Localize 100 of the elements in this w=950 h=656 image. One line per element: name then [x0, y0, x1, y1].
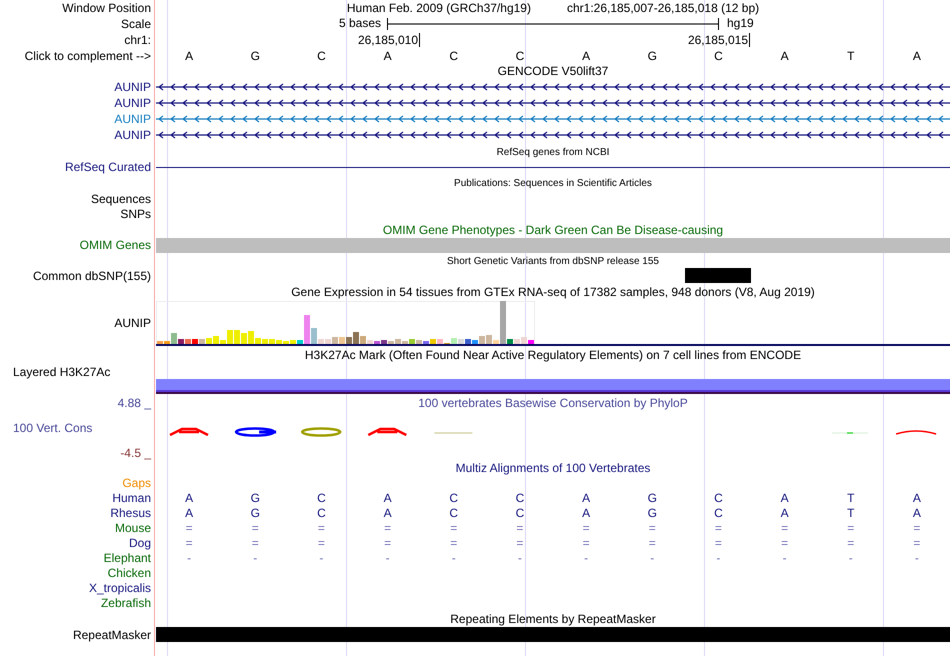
alignment-base: = [780, 521, 790, 536]
gene-label[interactable]: AUNIP [114, 80, 151, 94]
alignment-base: - [516, 551, 523, 566]
track-title: GENCODE V50lift37 [498, 64, 608, 79]
track-title: Repeating Elements by RepeatMasker [450, 612, 656, 626]
transcript-line[interactable] [156, 131, 950, 139]
alignment-base: - [715, 551, 722, 566]
alignment-base: = [449, 536, 458, 551]
base-letter[interactable]: G [619, 48, 686, 64]
base-letter[interactable]: C [685, 48, 752, 64]
base-letter[interactable]: G [222, 48, 288, 64]
track-title: 100 vertebrates Basewise Conservation by PhyloP [418, 396, 688, 410]
track-label[interactable]: 100 Vert. Cons [13, 420, 92, 436]
alignment-base: C [448, 491, 460, 506]
alignment-base: C [316, 491, 327, 506]
track-label[interactable]: RepeatMasker [72, 628, 151, 642]
track-title: OMIM Gene Phenotypes - Dark Green Can Be Disease-causing [382, 222, 724, 238]
alignment-base: - [252, 551, 258, 566]
track-label[interactable]: OMIM Genes [80, 238, 151, 253]
alignment-base: = [250, 536, 260, 551]
species-label[interactable]: Chicken [108, 566, 151, 581]
alignment-base: - [649, 551, 656, 566]
alignment-base: A [912, 491, 922, 506]
base-letter[interactable]: A [552, 48, 620, 64]
track-label[interactable]: AUNIP [114, 316, 151, 331]
alignment-base: = [515, 521, 524, 536]
track-label[interactable]: Layered H3K27Ac [13, 365, 110, 380]
assembly-label: hg19 [727, 16, 754, 31]
track-title: Short Genetic Variants from dbSNP release 155 [447, 254, 659, 268]
base-letter[interactable]: C [486, 48, 553, 64]
track-label[interactable]: Sequences [90, 192, 151, 207]
alignment-base: = [846, 536, 856, 551]
alignment-base: T [846, 491, 856, 506]
alignment-base: = [912, 521, 922, 536]
alignment-base: = [184, 521, 194, 536]
species-label[interactable]: Rhesus [110, 506, 151, 521]
track-title: Publications: Sequences in Scientific Articles [454, 177, 652, 191]
base-letter[interactable]: A [751, 48, 818, 64]
alignment-base: = [184, 536, 194, 551]
alignment-base: A [184, 491, 194, 506]
alignment-base: A [581, 491, 592, 506]
species-label[interactable]: Zebrafish [100, 596, 151, 611]
base-letter[interactable]: A [884, 48, 950, 64]
alignment-base: = [846, 521, 856, 536]
position-tick-label: 26,185,010 [358, 33, 420, 47]
alignment-base: = [515, 536, 524, 551]
alignment-base: - [186, 551, 192, 566]
species-label[interactable]: X_tropicalis [88, 581, 151, 596]
alignment-base: - [583, 551, 590, 566]
gene-label[interactable]: AUNIP [114, 112, 151, 126]
base-letter[interactable]: C [288, 48, 354, 64]
complement-link[interactable]: Click to complement --> [24, 48, 151, 64]
row-label: chr1: [124, 32, 151, 48]
species-label[interactable]: Dog [128, 536, 151, 551]
base-letter[interactable]: T [818, 48, 884, 64]
alignment-base: = [582, 536, 591, 551]
alignment-base: = [383, 521, 392, 536]
alignment-base: A [184, 506, 194, 521]
alignment-base: = [316, 536, 326, 551]
base-letter[interactable]: C [420, 48, 487, 64]
alignment-base: A [780, 491, 790, 506]
row-label: Scale [120, 16, 151, 32]
alignment-base: = [648, 536, 657, 551]
alignment-base: G [646, 506, 658, 521]
track-label[interactable]: Common dbSNP(155) [32, 269, 151, 284]
alignment-base: = [582, 521, 591, 536]
alignment-base: C [713, 491, 724, 506]
alignment-base: A [581, 506, 592, 521]
alignment-base: C [514, 506, 526, 521]
alignment-base: C [448, 506, 460, 521]
base-letter[interactable]: A [354, 48, 421, 64]
species-label[interactable]: Mouse [114, 521, 151, 536]
gene-label[interactable]: AUNIP [114, 96, 151, 110]
position-text: chr1:26,185,007-26,185,018 (12 bp) [566, 0, 760, 16]
track-title: RefSeq genes from NCBI [496, 146, 610, 160]
position-tick-label: 26,185,015 [688, 33, 750, 47]
species-label[interactable]: Human [112, 491, 151, 506]
transcript-line[interactable] [156, 83, 950, 91]
alignment-base: = [316, 521, 326, 536]
species-label[interactable]: Elephant [104, 551, 151, 566]
track-label[interactable]: RefSeq Curated [64, 160, 151, 175]
alignment-base: A [780, 506, 790, 521]
alignment-base: C [713, 506, 724, 521]
transcript-line[interactable] [156, 99, 950, 107]
alignment-base: - [782, 551, 788, 566]
alignment-base: - [318, 551, 324, 566]
track-title: Gene Expression in 54 tissues from GTEx RNA-seq of 17382 samples, 948 donors (V8, Aug 2019) [291, 285, 815, 300]
alignment-base: G [646, 491, 658, 506]
alignment-base: C [316, 506, 327, 521]
alignment-base: = [780, 536, 790, 551]
base-letter[interactable]: A [156, 48, 222, 64]
gene-label[interactable]: AUNIP [114, 128, 151, 142]
alignment-base: - [384, 551, 391, 566]
track-title: H3K27Ac Mark (Often Found Near Active Regulatory Elements) on 7 cell lines from ENCODE [304, 348, 802, 363]
row-label: Window Position [62, 0, 151, 16]
scale-text: 5 bases [338, 16, 381, 31]
alignment-base: A [382, 506, 393, 521]
alignment-base: G [250, 506, 261, 521]
alignment-base: A [912, 506, 922, 521]
track-label[interactable]: SNPs [120, 207, 151, 222]
